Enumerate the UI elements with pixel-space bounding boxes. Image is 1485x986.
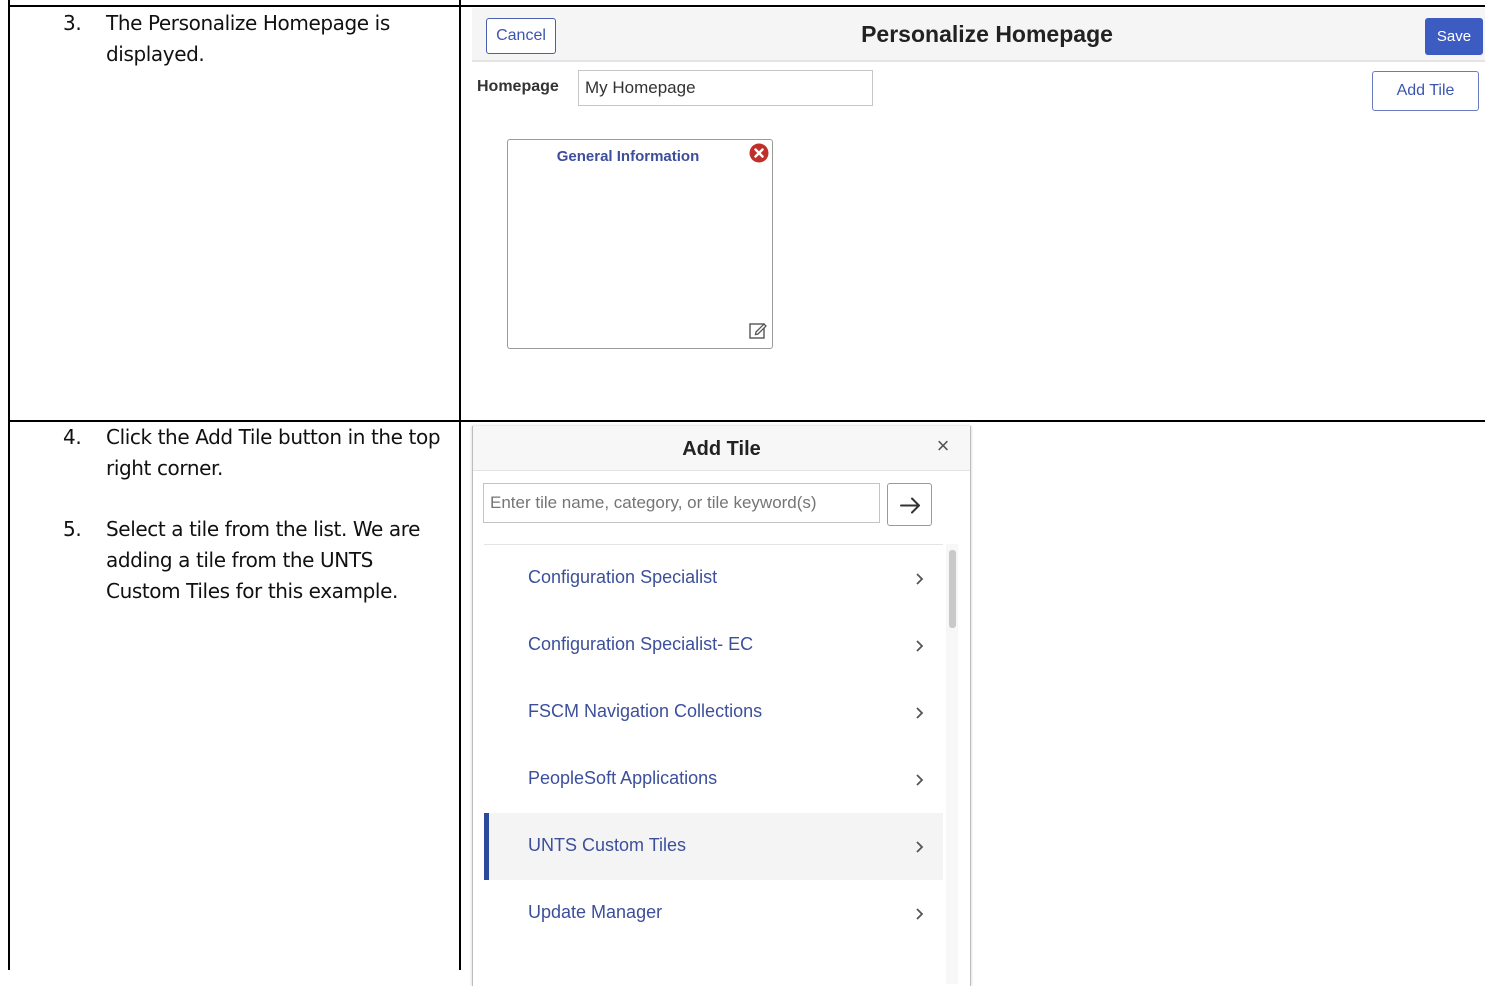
tile-title: General Information xyxy=(556,148,700,165)
step-5: 5. Select a tile from the list. We are a… xyxy=(63,514,448,614)
save-button[interactable]: Save xyxy=(1425,18,1483,55)
homepage-label: Homepage xyxy=(477,78,559,95)
arrow-right-icon xyxy=(900,497,920,514)
step-text: Select a tile from the list. We are addi… xyxy=(106,517,421,603)
selection-indicator xyxy=(484,813,489,880)
page-title: Personalize Homepage xyxy=(861,21,1113,47)
personalize-homepage-screenshot: Cancel Personalize Homepage Save Homepag… xyxy=(462,8,1485,418)
chevron-right-icon xyxy=(916,707,924,719)
chevron-right-icon xyxy=(916,774,924,786)
dialog-title: Add Tile xyxy=(682,438,761,460)
homepage-tile[interactable]: General Information xyxy=(507,139,773,349)
step-3: 3. The Personalize Homepage is displayed… xyxy=(63,8,448,78)
homepage-name-field[interactable]: My Homepage xyxy=(578,70,873,106)
scrollbar-thumb[interactable] xyxy=(949,550,956,628)
list-item[interactable]: Update Manager xyxy=(484,880,943,947)
search-go-button[interactable] xyxy=(887,483,932,526)
list-item[interactable]: PeopleSoft Applications xyxy=(484,746,943,813)
list-item-label: Configuration Specialist xyxy=(528,567,718,587)
chevron-right-icon xyxy=(916,640,924,652)
table-border-middle xyxy=(459,0,461,970)
list-item-label: Update Manager xyxy=(528,902,663,922)
list-item-label: FSCM Navigation Collections xyxy=(528,701,763,721)
list-scrollbar[interactable] xyxy=(946,544,958,984)
list-item-label: PeopleSoft Applications xyxy=(528,768,718,788)
step-text: Click the Add Tile button in the top rig… xyxy=(106,425,441,480)
dialog-header: Add Tile × xyxy=(473,426,970,471)
cancel-button[interactable]: Cancel xyxy=(486,18,556,54)
step-number: 3. xyxy=(63,11,82,35)
chevron-right-icon xyxy=(916,841,924,853)
chevron-right-icon xyxy=(916,908,924,920)
add-tile-dialog: Add Tile × Configuration Specialist Conf… xyxy=(472,426,971,986)
close-icon[interactable]: × xyxy=(933,435,953,457)
step-text: The Personalize Homepage is displayed. xyxy=(106,11,390,66)
list-item[interactable]: FSCM Navigation Collections xyxy=(484,679,943,746)
remove-circle-icon[interactable] xyxy=(749,143,769,163)
table-border-left xyxy=(8,0,10,970)
step-number: 5. xyxy=(63,517,82,541)
tile-search-input[interactable] xyxy=(483,483,880,523)
tile-category-list: Configuration Specialist Configuration S… xyxy=(484,544,943,985)
table-border-top xyxy=(8,5,1485,7)
page-header: Cancel Personalize Homepage Save xyxy=(472,8,1485,62)
list-item-selected[interactable]: UNTS Custom Tiles xyxy=(484,813,943,880)
step-4: 4. Click the Add Tile button in the top … xyxy=(63,422,448,492)
edit-icon[interactable] xyxy=(748,320,768,340)
list-item[interactable]: Configuration Specialist xyxy=(484,545,943,612)
add-tile-screenshot: Add Tile × Configuration Specialist Conf… xyxy=(462,423,1485,986)
add-tile-button[interactable]: Add Tile xyxy=(1372,71,1479,111)
list-item-label: UNTS Custom Tiles xyxy=(528,835,687,855)
list-item-label: Configuration Specialist- EC xyxy=(528,634,754,654)
list-item[interactable]: Configuration Specialist- EC xyxy=(484,612,943,679)
chevron-right-icon xyxy=(916,573,924,585)
step-number: 4. xyxy=(63,425,82,449)
